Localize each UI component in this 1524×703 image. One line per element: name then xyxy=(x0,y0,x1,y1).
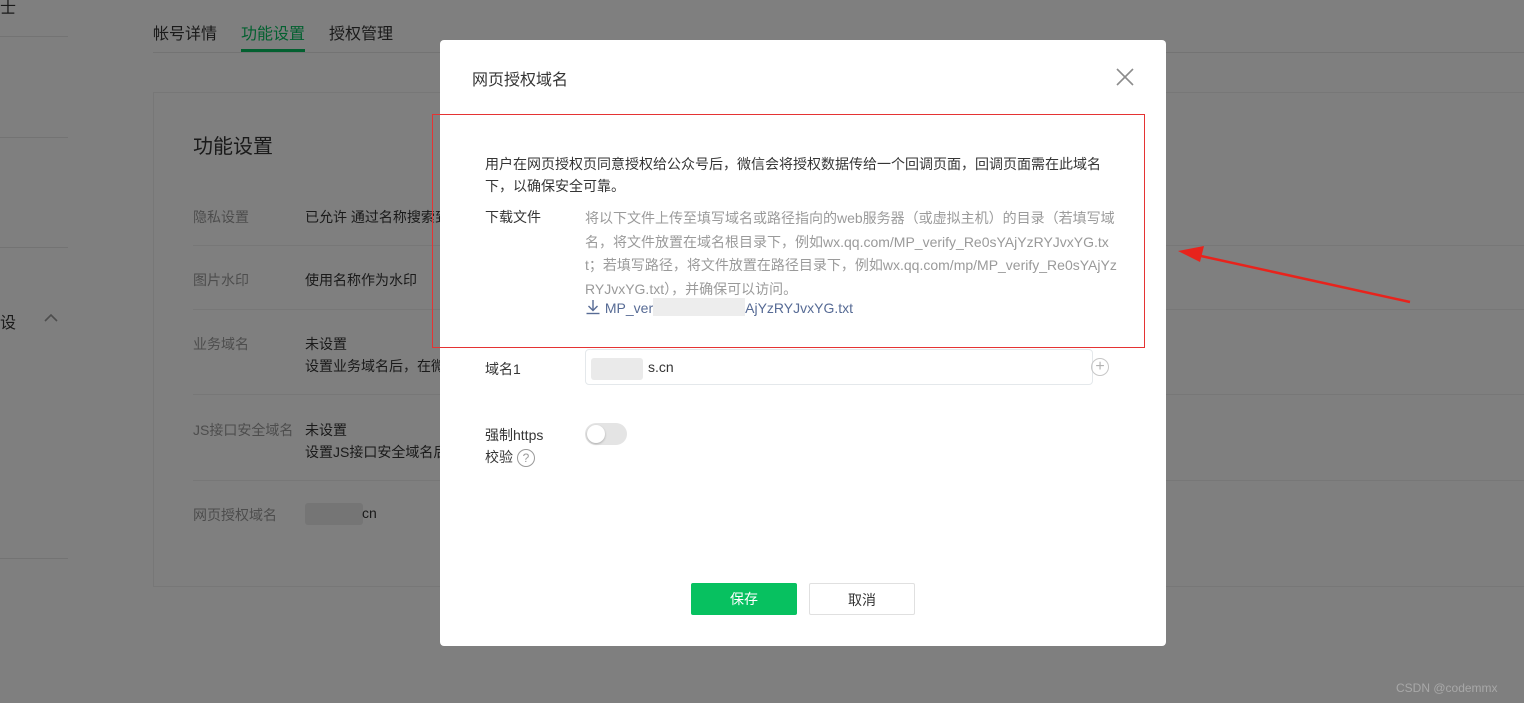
download-link-prefix: MP_ver xyxy=(604,300,654,316)
download-icon xyxy=(586,300,600,315)
https-label-2: 校验? xyxy=(485,447,535,468)
question-icon[interactable]: ? xyxy=(517,449,535,468)
plus-circle-icon[interactable]: + xyxy=(1091,358,1109,376)
download-file-link[interactable]: MP_ver AjYzRYJvxYG.txt xyxy=(585,298,853,316)
cancel-button[interactable]: 取消 xyxy=(809,583,915,615)
close-icon[interactable] xyxy=(1112,64,1138,90)
https-label: 强制https xyxy=(485,427,544,443)
toggle-knob xyxy=(587,425,605,443)
save-button[interactable]: 保存 xyxy=(691,583,797,615)
https-toggle[interactable] xyxy=(585,423,627,445)
domain-input[interactable] xyxy=(585,349,1093,385)
https-label-text: 校验 xyxy=(485,449,513,465)
dialog-intro-text: 用户在网页授权页同意授权给公众号后，微信会将授权数据传给一个回调页面，回调页面需… xyxy=(485,156,1101,194)
redacted-blur xyxy=(591,358,643,380)
watermark-text: CSDN @codemmx xyxy=(1396,681,1498,695)
domain-field-label: 域名1 xyxy=(485,361,521,377)
oauth-domain-dialog: 网页授权域名 用户在网页授权页同意授权给公众号后，微信会将授权数据传给一个回调页… xyxy=(440,40,1166,646)
download-description: 将以下文件上传至填写域名或路径指向的web服务器（或虚拟主机）的目录（若填写域名… xyxy=(585,210,1117,297)
annotation-arrow xyxy=(1178,246,1411,304)
dialog-title: 网页授权域名 xyxy=(472,72,569,89)
download-link-suffix: AjYzRYJvxYG.txt xyxy=(745,300,854,316)
redacted-blur xyxy=(653,298,746,316)
download-file-label: 下载文件 xyxy=(485,209,541,225)
